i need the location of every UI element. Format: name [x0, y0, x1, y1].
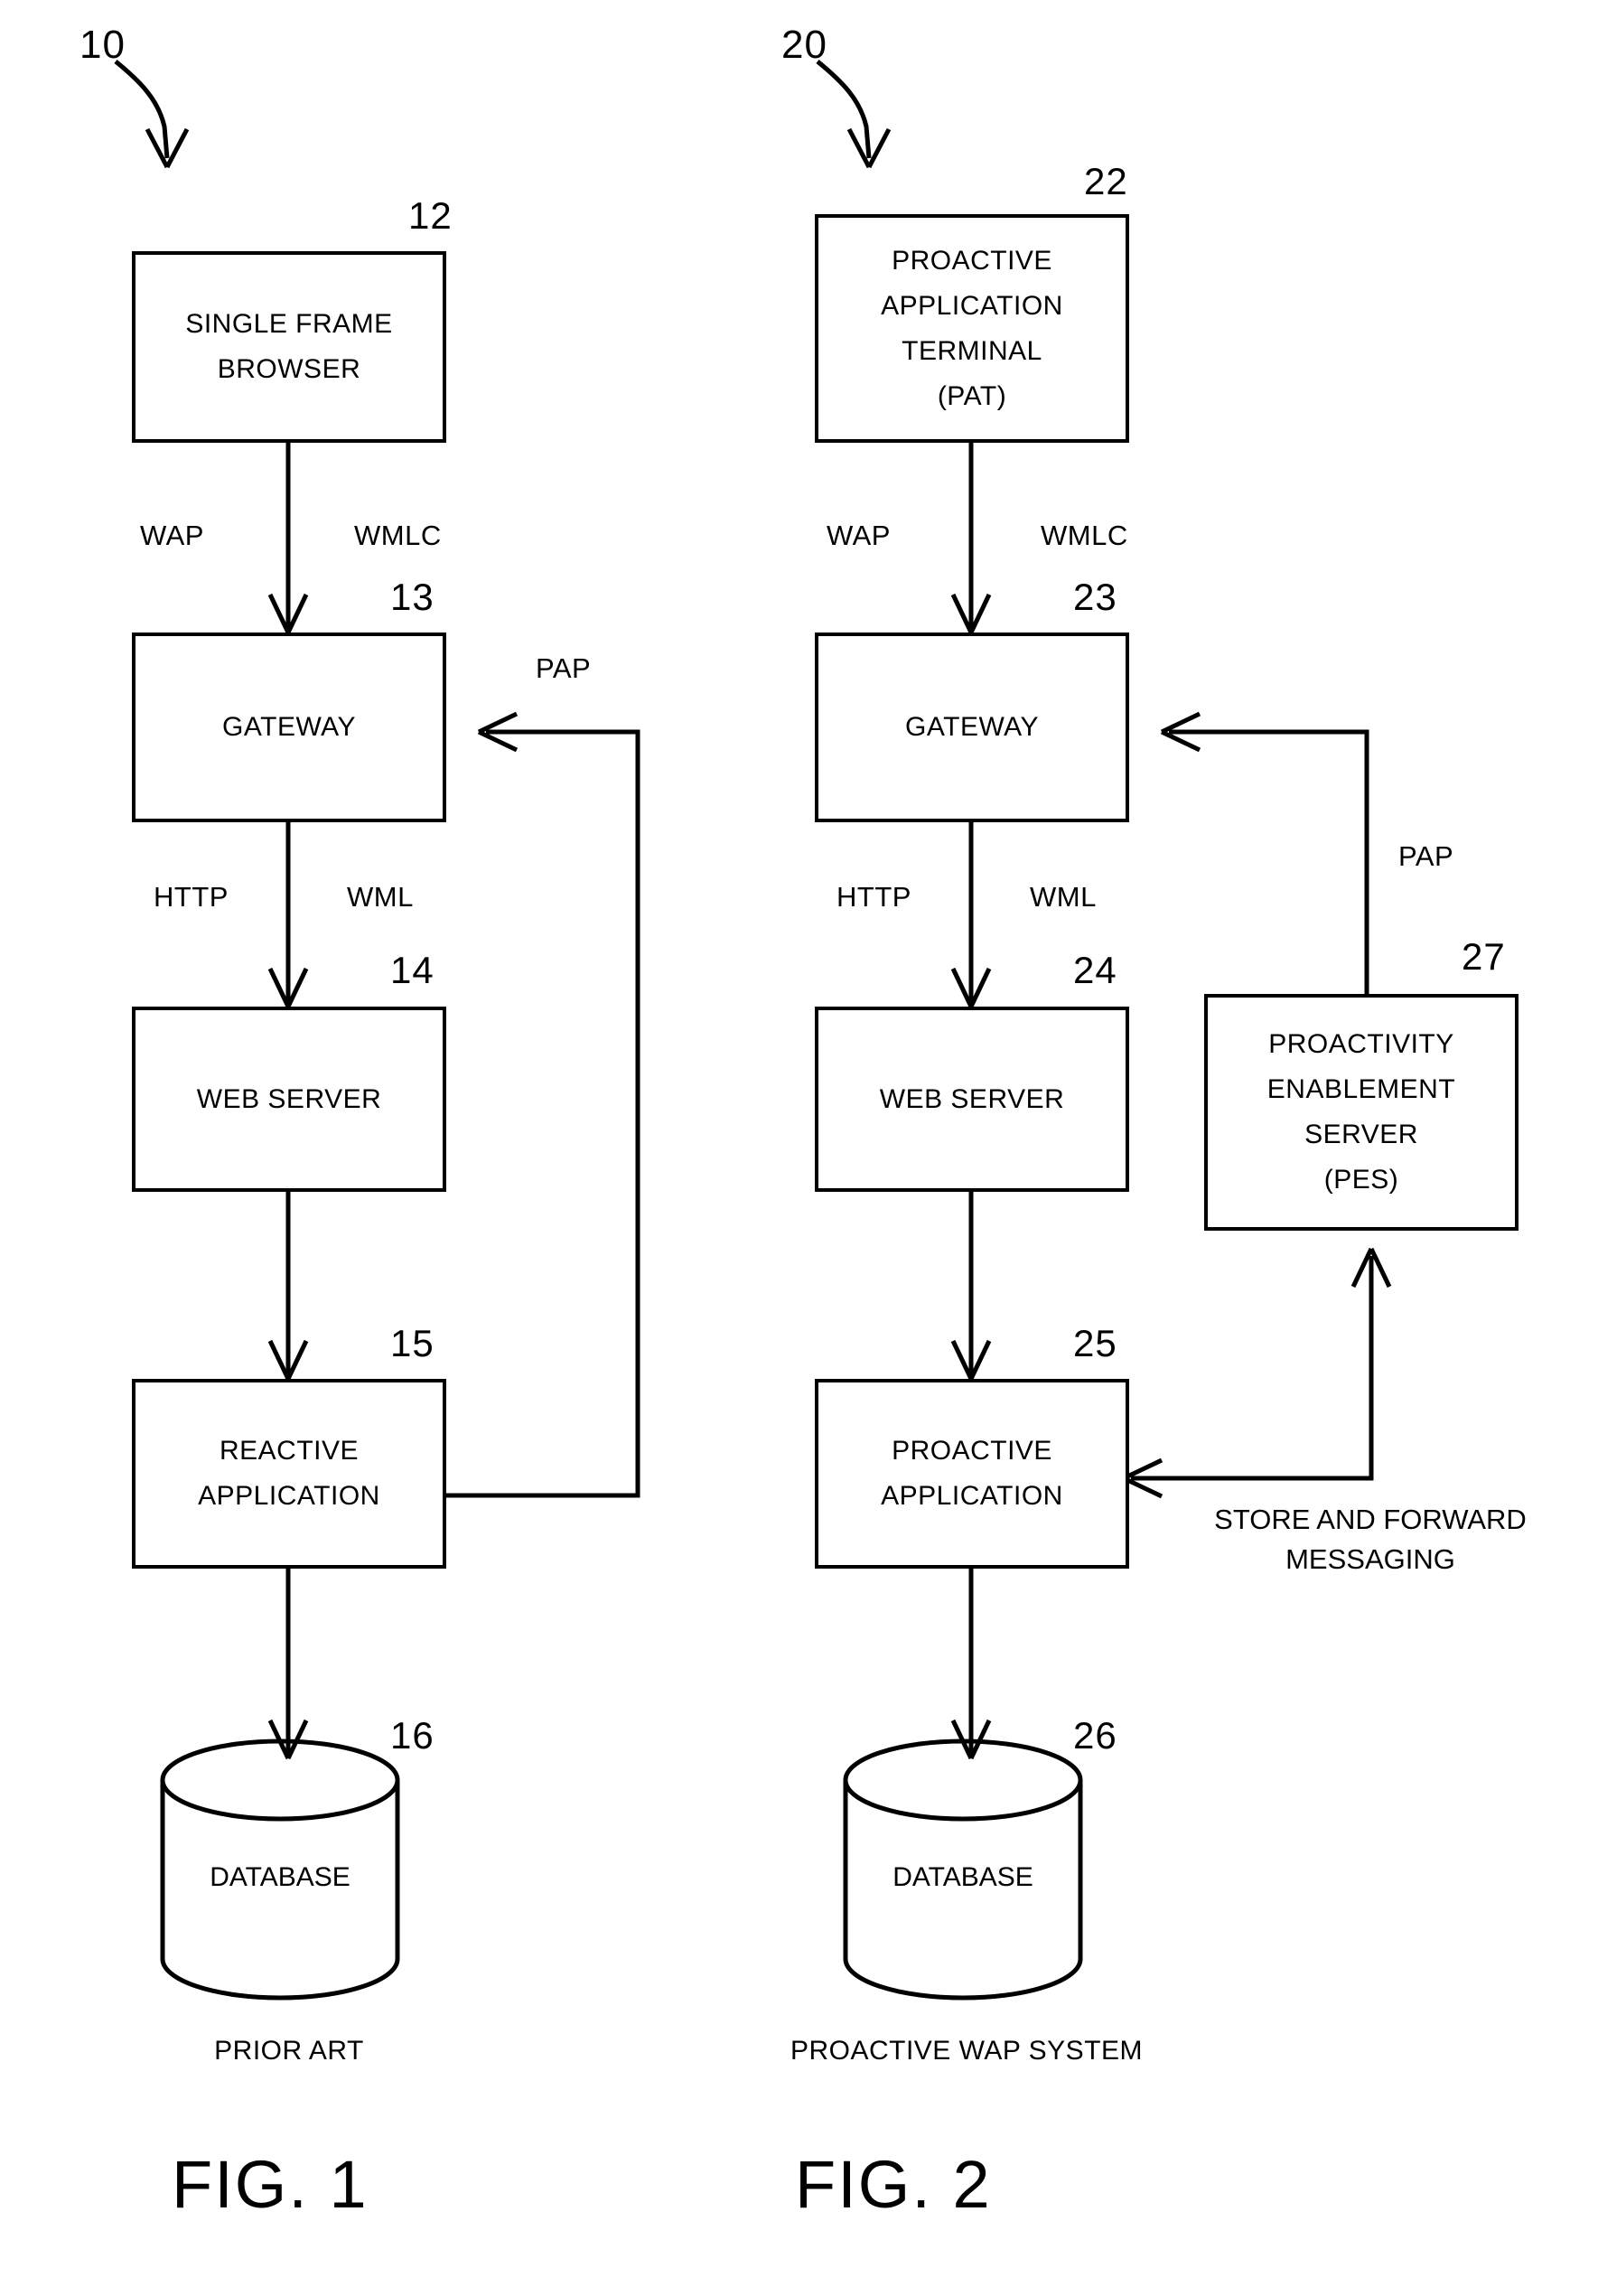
- node-label-line: PROACTIVE: [892, 245, 1052, 276]
- reference-numeral-23: 23: [1073, 576, 1117, 618]
- node-label-line: PROACTIVE: [892, 1436, 1052, 1466]
- node-label-line: TERMINAL: [902, 335, 1042, 366]
- figure-2-lead-reference: 20: [781, 23, 827, 67]
- node-label-line: GATEWAY: [905, 712, 1039, 742]
- node-label-line: SINGLE FRAME: [185, 309, 393, 339]
- edge-label-wmlc: WMLC: [354, 520, 442, 551]
- edge-label-pap: PAP: [536, 652, 592, 684]
- node-label-line: REACTIVE: [219, 1436, 360, 1466]
- node-single-frame-browser[interactable]: SINGLE FRAME BROWSER: [132, 251, 446, 443]
- node-label-line: ENABLEMENT: [1266, 1074, 1456, 1104]
- edge-label-http: HTTP: [154, 881, 229, 913]
- edge-label-wmlc: WMLC: [1041, 520, 1128, 551]
- reference-numeral-13: 13: [390, 576, 435, 618]
- node-label-line: (PES): [1323, 1165, 1399, 1195]
- node-reactive-application[interactable]: REACTIVE APPLICATION: [132, 1379, 446, 1569]
- node-label-line: BROWSER: [217, 354, 361, 384]
- patent-drawing-sheet: 10 SINGLE FRAME BROWSER 12 WAP WMLC GATE…: [0, 0, 1598, 2296]
- edge-label-store-and-forward-messaging: STORE AND FORWARD MESSAGING: [1214, 1504, 1527, 1575]
- node-proactivity-enablement-server[interactable]: PROACTIVITY ENABLEMENT SERVER (PES): [1204, 994, 1519, 1231]
- node-database-label: DATABASE: [210, 1862, 350, 1892]
- node-label-line: APPLICATION: [881, 290, 1063, 321]
- reference-numeral-16: 16: [390, 1714, 435, 1757]
- node-proactive-application-terminal[interactable]: PROACTIVE APPLICATION TERMINAL (PAT): [815, 214, 1129, 443]
- reference-numeral-22: 22: [1084, 160, 1128, 202]
- node-label-line: APPLICATION: [198, 1481, 380, 1511]
- node-database-label: DATABASE: [892, 1862, 1033, 1892]
- node-label-line: SERVER: [1304, 1120, 1418, 1149]
- edge-label-http: HTTP: [836, 881, 911, 913]
- node-label-line: GATEWAY: [222, 712, 356, 742]
- figure-2-title: FIG. 2: [795, 2147, 992, 2222]
- reference-numeral-26: 26: [1073, 1714, 1117, 1757]
- node-label-line: WEB SERVER: [879, 1083, 1065, 1114]
- node-label-line: (PAT): [937, 380, 1007, 411]
- edge-label-pap: PAP: [1398, 840, 1454, 872]
- figure-1-caption: PRIOR ART: [214, 2036, 364, 2066]
- figure-1-lead-reference: 10: [79, 23, 126, 67]
- node-gateway[interactable]: GATEWAY: [132, 633, 446, 822]
- reference-numeral-24: 24: [1073, 949, 1117, 991]
- figure-2-caption: PROACTIVE WAP SYSTEM: [790, 2036, 1144, 2066]
- figure-1-title: FIG. 1: [172, 2147, 369, 2222]
- reference-numeral-14: 14: [390, 949, 435, 991]
- reference-numeral-15: 15: [390, 1322, 435, 1364]
- node-gateway[interactable]: GATEWAY: [815, 633, 1129, 822]
- reference-numeral-25: 25: [1073, 1322, 1117, 1364]
- reference-numeral-27: 27: [1462, 935, 1506, 978]
- edge-label-wml: WML: [1030, 881, 1097, 913]
- node-proactive-application[interactable]: PROACTIVE APPLICATION: [815, 1379, 1129, 1569]
- node-label-line: APPLICATION: [881, 1481, 1063, 1511]
- reference-numeral-12: 12: [408, 194, 453, 237]
- edge-label-wap: WAP: [140, 520, 204, 551]
- edge-label-wml: WML: [347, 881, 414, 913]
- node-web-server[interactable]: WEB SERVER: [132, 1007, 446, 1192]
- edge-label-wap: WAP: [827, 520, 891, 551]
- node-web-server[interactable]: WEB SERVER: [815, 1007, 1129, 1192]
- node-label-line: PROACTIVITY: [1268, 1029, 1454, 1059]
- node-label-line: WEB SERVER: [196, 1083, 382, 1114]
